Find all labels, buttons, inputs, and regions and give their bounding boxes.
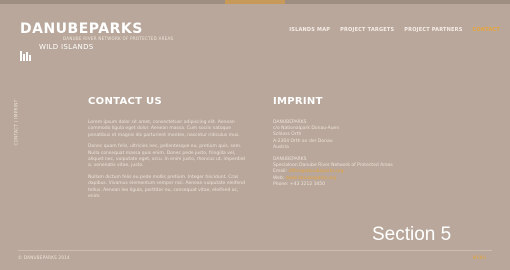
imprint-body: DANUBEPARKS c/o Nationalpark Donau-Auen … xyxy=(273,120,393,188)
contact-body: Lorem ipsum dolor sit amet, consectetuer… xyxy=(88,120,248,205)
nav-islands-map[interactable]: ISLANDS MAP xyxy=(289,27,330,33)
logo-subtitle: WILD ISLANDS xyxy=(39,43,94,51)
imprint-heading: IMPRINT xyxy=(273,96,323,107)
top-bar-accent xyxy=(225,0,285,4)
side-label: CONTACT / IMPRINT xyxy=(14,94,27,154)
imprint-phone: Phone: +43 2212 3450 xyxy=(273,181,326,187)
reeds-icon xyxy=(20,42,36,61)
email-label: Email: xyxy=(273,169,288,175)
logo-subtitle-row: WILD ISLANDS xyxy=(20,42,173,61)
footer-divider xyxy=(18,250,492,251)
web-label: Web: xyxy=(273,175,285,181)
section-label: Section 5 xyxy=(372,224,452,245)
contact-paragraph: Lorem ipsum dolor sit amet, consectetuer… xyxy=(88,120,240,138)
nav-contact[interactable]: CONTACT xyxy=(473,27,500,33)
logo-tagline: DANUBE RIVER NETWORK OF PROTECTED AREAS xyxy=(63,36,174,41)
side-label-text: CONTACT / IMPRINT xyxy=(13,99,19,146)
contact-heading: CONTACT US xyxy=(88,96,162,107)
main-nav: ISLANDS MAP PROJECT TARGETS PROJECT PART… xyxy=(289,27,500,33)
email-link[interactable]: office@danubeparks.org xyxy=(288,169,343,174)
web-link[interactable]: www.danubeparks.org xyxy=(286,176,336,181)
footer-copyright: © DANUBEPARKS 2014 xyxy=(18,255,70,260)
site-logo[interactable]: DANUBEPARKS DANUBE RIVER NETWORK OF PROT… xyxy=(20,21,174,61)
nav-project-partners[interactable]: PROJECT PARTNERS xyxy=(404,27,462,33)
nav-project-targets[interactable]: PROJECT TARGETS xyxy=(340,27,394,33)
footer-menu-link[interactable]: MENU xyxy=(473,255,486,260)
contact-paragraph: Nullam dictum felis eu pede mollis preti… xyxy=(88,174,245,200)
contact-paragraph: Donec quam felis, ultricies nec, pellent… xyxy=(88,144,246,169)
logo-title: DANUBEPARKS xyxy=(20,21,143,37)
